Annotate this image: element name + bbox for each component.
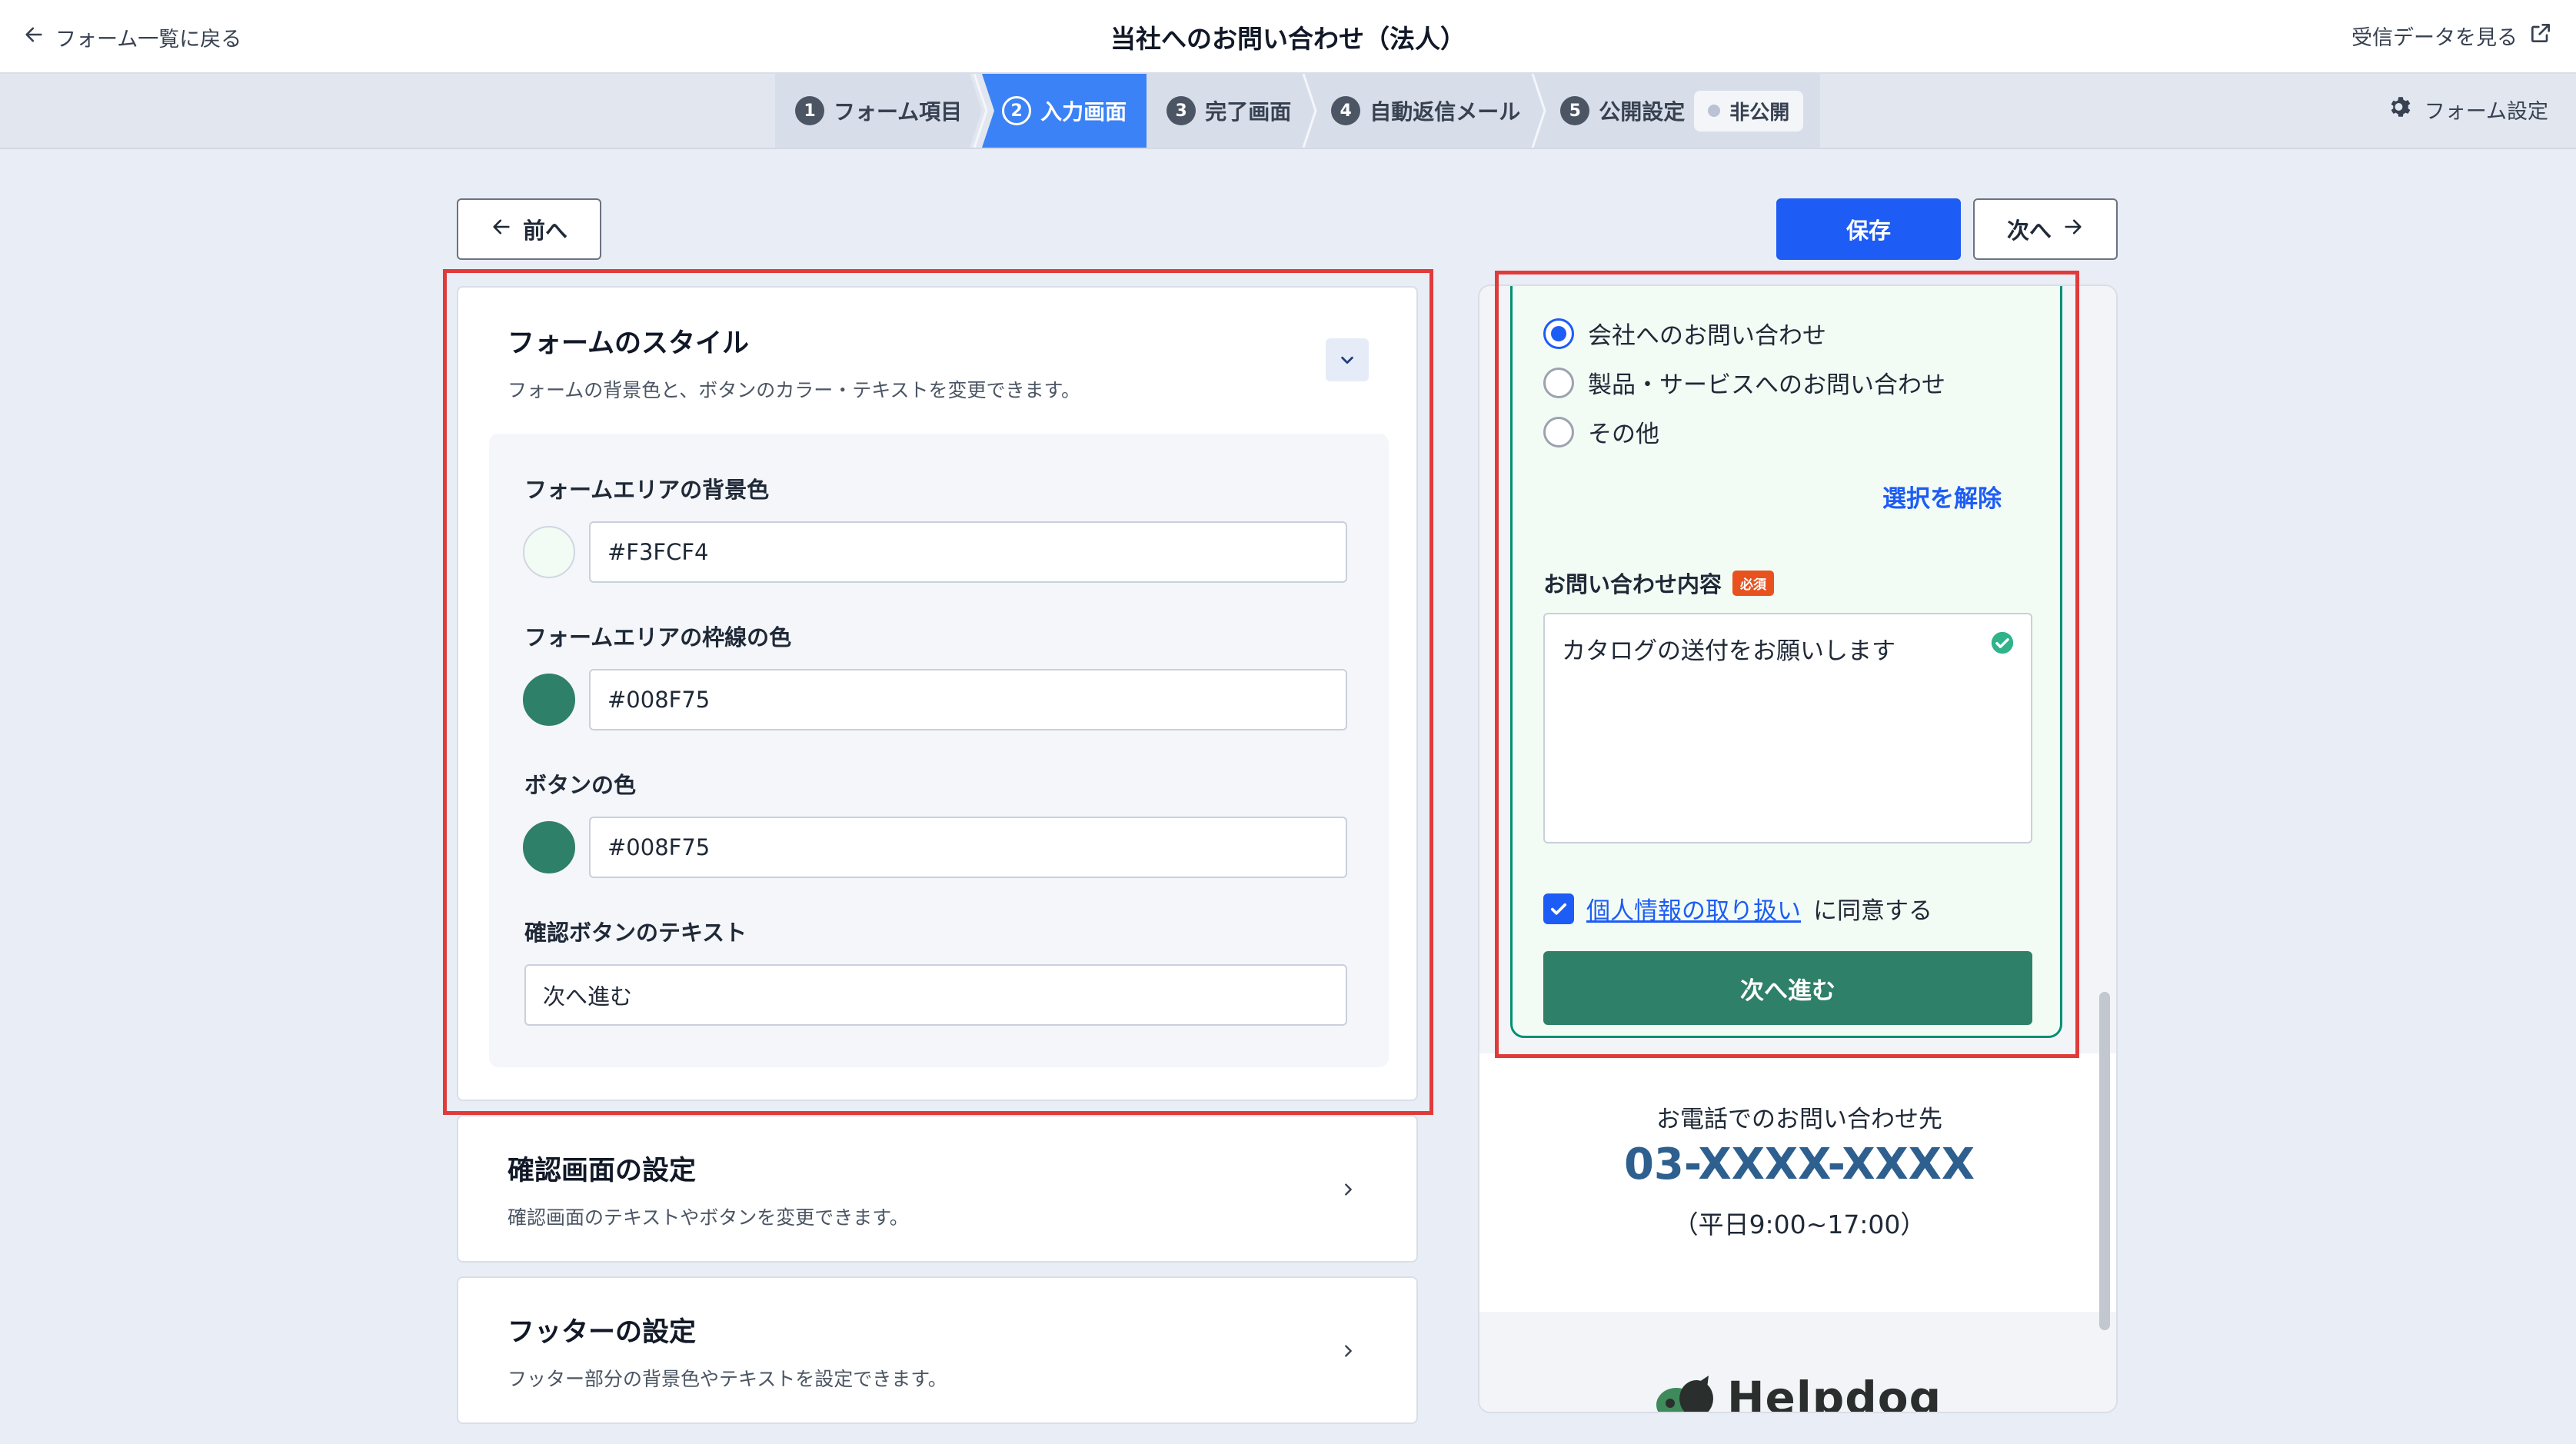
- external-link-icon: [2528, 21, 2553, 51]
- form-style-card: フォームのスタイル フォームの背景色と、ボタンのカラー・テキストを変更できます。…: [457, 286, 1418, 1101]
- radio-option-company[interactable]: 会社へのお問い合わせ: [1543, 316, 1826, 351]
- gear-icon: [2388, 94, 2414, 125]
- footer-settings-card[interactable]: フッターの設定 フッター部分の背景色やテキストを設定できます。: [457, 1276, 1418, 1424]
- contact-phone: 03-XXXX-XXXX: [1623, 1140, 1975, 1189]
- step-divider-icon: [970, 74, 995, 148]
- next-button[interactable]: 次へ: [1973, 198, 2118, 260]
- publish-status-badge: 非公開: [1694, 90, 1804, 131]
- step-number: 2: [1002, 96, 1032, 125]
- confirm-screen-title: 確認画面の設定: [508, 1156, 697, 1186]
- brand-name: Helpdog: [1727, 1372, 1942, 1413]
- radio-option-label: 会社へのお問い合わせ: [1588, 322, 1826, 350]
- radio-option-product[interactable]: 製品・サービスへのお問い合わせ: [1543, 365, 1945, 400]
- collapse-button[interactable]: [1326, 338, 1369, 381]
- preview-form-area: 会社へのお問い合わせ 製品・サービスへのお問い合わせ その他 選択を解除 お問い…: [1510, 286, 2062, 1038]
- form-preview: 会社へのお問い合わせ 製品・サービスへのお問い合わせ その他 選択を解除 お問い…: [1478, 284, 2118, 1413]
- chevron-down-icon: [1341, 356, 1353, 364]
- view-data-label: 受信データを見る: [2351, 25, 2518, 50]
- radio-option-other[interactable]: その他: [1543, 414, 1659, 449]
- next-button-label: 次へ: [2006, 218, 2052, 244]
- dog-logo-icon: [1656, 1376, 1713, 1412]
- step-number: 5: [1560, 96, 1590, 125]
- publish-status-label: 非公開: [1729, 101, 1790, 125]
- prev-button-label: 前へ: [522, 218, 567, 244]
- top-bar: フォーム一覧に戻る 当社へのお問い合わせ（法人） 受信データを見る: [0, 0, 2576, 74]
- step-bar: 1 フォーム項目 2 入力画面 3 完了画面 4 自動返信メール 5 公開設定 …: [0, 74, 2576, 149]
- border-color-input[interactable]: #008F75: [589, 669, 1347, 730]
- step-divider-icon: [1299, 74, 1317, 148]
- contact-title: お電話でのお問い合わせ先: [1656, 1106, 1942, 1133]
- confirm-button-text-label: 確認ボタンのテキスト: [524, 920, 747, 946]
- form-settings-link[interactable]: フォーム設定: [2388, 94, 2548, 125]
- inquiry-textarea[interactable]: カタログの送付をお願いします: [1543, 613, 2032, 843]
- privacy-policy-link[interactable]: 個人情報の取り扱い: [1586, 891, 1801, 926]
- step-label: 完了画面: [1205, 99, 1292, 125]
- inquiry-content-label: お問い合わせ内容 必須: [1543, 567, 1775, 599]
- step-complete-screen[interactable]: 3 完了画面: [1147, 74, 1317, 148]
- step-publish-settings[interactable]: 5 公開設定 非公開: [1540, 74, 1821, 148]
- step-navigation: 1 フォーム項目 2 入力画面 3 完了画面 4 自動返信メール 5 公開設定 …: [775, 74, 1821, 148]
- footer-settings-title: フッターの設定: [508, 1317, 697, 1348]
- style-fields-panel: フォームエリアの背景色 #F3FCF4 フォームエリアの枠線の色 #008F75…: [489, 434, 1389, 1067]
- chevron-right-icon: [1345, 1183, 1352, 1196]
- button-color-input[interactable]: #008F75: [589, 817, 1347, 878]
- form-style-title: フォームのスタイル: [508, 328, 749, 359]
- button-color-swatch[interactable]: [523, 821, 575, 873]
- step-input-screen[interactable]: 2 入力画面: [982, 74, 1147, 148]
- agree-suffix-text: に同意する: [1813, 897, 1932, 925]
- check-circle-icon: [1989, 630, 2015, 662]
- radio-button-selected: [1543, 318, 1574, 349]
- save-button[interactable]: 保存: [1776, 198, 1961, 260]
- required-badge: 必須: [1732, 570, 1775, 596]
- form-style-desc: フォームの背景色と、ボタンのカラー・テキストを変更できます。: [508, 379, 1081, 401]
- arrow-right-icon: [2062, 216, 2084, 243]
- step-form-items[interactable]: 1 フォーム項目: [775, 74, 995, 148]
- chevron-right-icon: [1345, 1345, 1352, 1357]
- step-label: 公開設定: [1599, 99, 1686, 125]
- inquiry-content-label-text: お問い合わせ内容: [1543, 571, 1722, 597]
- check-icon: [1550, 903, 1567, 915]
- prev-button[interactable]: 前へ: [457, 198, 601, 260]
- step-auto-reply-mail[interactable]: 4 自動返信メール: [1311, 74, 1546, 148]
- radio-button: [1543, 416, 1574, 448]
- step-label: フォーム項目: [834, 99, 963, 125]
- clear-selection-link[interactable]: 選択を解除: [1882, 479, 2002, 514]
- bg-color-label: フォームエリアの背景色: [524, 477, 770, 503]
- radio-option-label: その他: [1588, 421, 1659, 448]
- confirm-screen-card[interactable]: 確認画面の設定 確認画面のテキストやボタンを変更できます。: [457, 1115, 1418, 1263]
- confirm-screen-desc: 確認画面のテキストやボタンを変更できます。: [508, 1206, 909, 1229]
- confirm-button-text-input[interactable]: 次へ進む: [524, 964, 1347, 1026]
- step-label: 自動返信メール: [1370, 99, 1521, 125]
- form-settings-label: フォーム設定: [2424, 100, 2548, 124]
- contact-hours: （平日9:00~17:00）: [1672, 1209, 1926, 1239]
- arrow-left-icon: [491, 216, 512, 243]
- step-number: 1: [795, 96, 824, 125]
- privacy-agree-checkbox[interactable]: [1543, 893, 1574, 924]
- brand-logo: Helpdog: [1653, 1372, 1942, 1413]
- bg-color-swatch[interactable]: [523, 526, 575, 578]
- preview-scrollbar[interactable]: [2099, 992, 2110, 1330]
- footer-settings-desc: フッター部分の背景色やテキストを設定できます。: [508, 1368, 947, 1390]
- border-color-swatch[interactable]: [523, 674, 575, 726]
- preview-submit-button[interactable]: 次へ進む: [1543, 951, 2032, 1025]
- radio-option-label: 製品・サービスへのお問い合わせ: [1588, 371, 1945, 399]
- preview-footer: Helpdog: [1479, 1312, 2116, 1413]
- inquiry-textarea-value: カタログの送付をお願いします: [1562, 637, 1895, 665]
- step-divider-icon: [1134, 74, 1147, 148]
- button-color-label: ボタンの色: [524, 772, 637, 798]
- border-color-label: フォームエリアの枠線の色: [524, 624, 792, 650]
- view-received-data-link[interactable]: 受信データを見る: [2351, 18, 2553, 52]
- status-dot-icon: [1708, 105, 1721, 117]
- step-divider-icon: [1528, 74, 1546, 148]
- privacy-agree-row: 個人情報の取り扱い に同意する: [1543, 891, 1932, 926]
- page-title: 当社へのお問い合わせ（法人）: [1110, 24, 1466, 54]
- bg-color-input[interactable]: #F3FCF4: [589, 521, 1347, 583]
- step-number: 3: [1167, 96, 1196, 125]
- step-number: 4: [1331, 96, 1361, 125]
- step-label: 入力画面: [1040, 99, 1127, 125]
- radio-button: [1543, 367, 1574, 398]
